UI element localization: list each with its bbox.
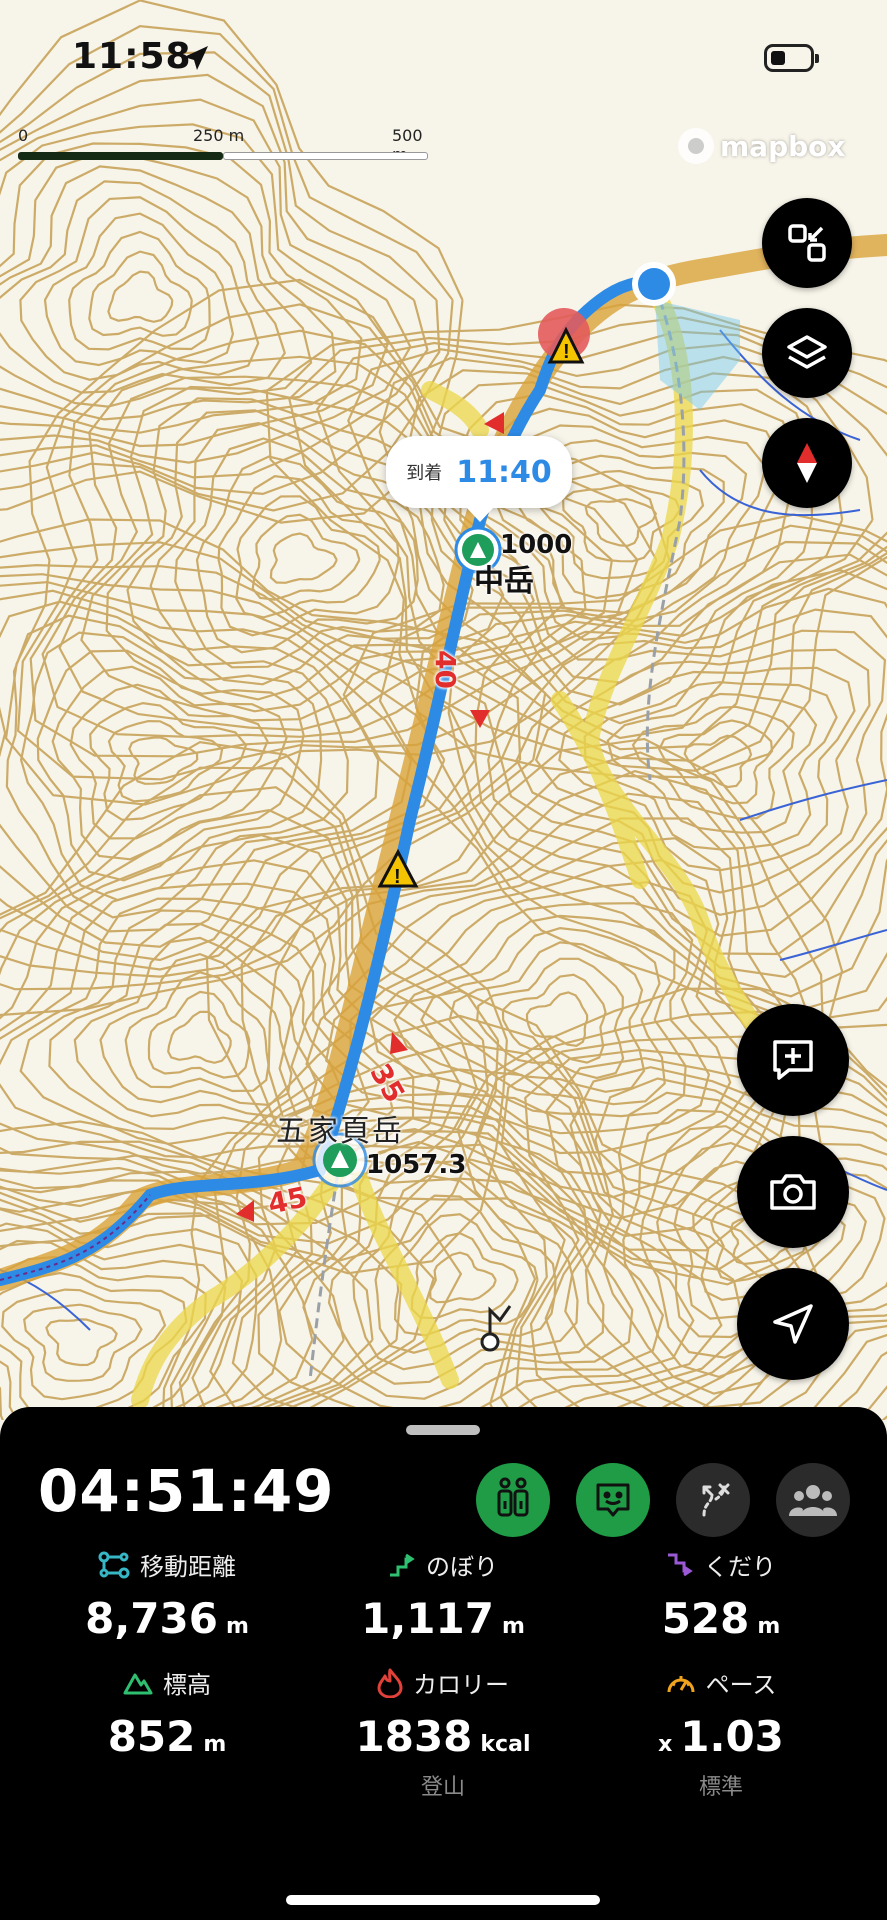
calories-unit: kcal	[480, 1732, 531, 1757]
descent-icon	[668, 1553, 693, 1576]
altitude-value: 852	[107, 1712, 196, 1761]
camera-icon	[770, 1174, 816, 1210]
distance-unit: m	[225, 1614, 249, 1639]
status-time: 11:58	[72, 36, 192, 77]
group-icon	[789, 1485, 837, 1516]
route-mode-button[interactable]	[676, 1463, 750, 1537]
altitude-label: 標高	[163, 1671, 211, 1699]
svg-text:!: !	[563, 341, 570, 363]
distance-icon	[98, 1551, 130, 1578]
distance-stat: 移動距離 8,736 m	[22, 1547, 312, 1643]
descent-stat: くだり 528 m	[576, 1547, 866, 1643]
scale-label: 0	[18, 126, 29, 145]
my-location-button[interactable]	[737, 1268, 849, 1380]
ascent-stat: のぼり 1,117 m	[298, 1547, 588, 1643]
distance-value: 8,736	[85, 1594, 218, 1643]
home-indicator[interactable]	[286, 1895, 600, 1905]
flame-icon	[377, 1668, 403, 1698]
battery-icon	[764, 44, 819, 72]
pace-rating: 標準	[698, 1775, 743, 1800]
layers-icon	[787, 335, 827, 369]
collapse-button[interactable]	[762, 198, 852, 288]
mapbox-wordmark: mapbox	[720, 129, 846, 163]
location-arrow-icon	[773, 1304, 813, 1344]
speedometer-icon	[667, 1675, 695, 1692]
descent-unit: m	[757, 1614, 781, 1639]
scale-bar-filled	[18, 152, 223, 160]
compass-button[interactable]	[762, 418, 852, 508]
hiking-mode-icon	[497, 1477, 529, 1517]
ascent-icon	[390, 1553, 415, 1576]
scale-label: 250 m	[193, 126, 245, 145]
add-note-button[interactable]	[737, 1004, 849, 1116]
current-location-dot	[638, 268, 670, 300]
arrival-time: 11:40	[456, 454, 552, 490]
descent-label: くだり	[704, 1553, 776, 1581]
mountain-icon	[123, 1673, 153, 1694]
scale-bar-empty	[223, 152, 428, 160]
arrival-time-bubble[interactable]: 到着 11:40	[386, 436, 572, 522]
drag-handle[interactable]	[406, 1425, 480, 1435]
location-services-icon	[184, 46, 208, 70]
ascent-unit: m	[501, 1614, 525, 1639]
descent-value: 528	[661, 1594, 750, 1643]
svg-text:!: !	[394, 866, 401, 888]
pace-label: ペース	[705, 1671, 777, 1699]
compass-icon	[797, 443, 817, 483]
mapbox-attribution[interactable]: mapbox	[678, 128, 845, 164]
calories-activity: 登山	[420, 1775, 465, 1800]
camera-button[interactable]	[737, 1136, 849, 1248]
scale-bar: 0 250 m 500 m	[18, 126, 428, 166]
ascent-label: のぼり	[426, 1553, 498, 1581]
mapbox-logo-icon	[678, 128, 714, 164]
route-icon	[702, 1483, 730, 1517]
calories-stat: カロリー 1838 kcal 登山	[298, 1665, 588, 1801]
calories-label: カロリー	[413, 1671, 509, 1699]
activity-panel: 04:51:49 移動距離 8,736 m のぼり 1,117 m くだり 52…	[0, 1407, 887, 1920]
pace-value: 1.03	[680, 1712, 784, 1761]
hiking-mode-button[interactable]	[476, 1463, 550, 1537]
face-icon	[596, 1483, 630, 1517]
ascent-value: 1,117	[361, 1594, 494, 1643]
altitude-unit: m	[203, 1732, 227, 1757]
collapse-icon	[788, 224, 826, 262]
arrival-label: 到着	[406, 463, 443, 484]
group-mode-button[interactable]	[776, 1463, 850, 1537]
altitude-stat: 標高 852 m	[22, 1665, 312, 1761]
elapsed-time: 04:51:49	[38, 1457, 335, 1525]
distance-label: 移動距離	[140, 1553, 236, 1581]
summit-name: 五家頁岳	[276, 1114, 404, 1149]
route-time-label: 40	[429, 650, 462, 689]
calories-value: 1838	[355, 1712, 473, 1761]
pace-stat: ペース x 1.03 標準	[576, 1665, 866, 1801]
pace-prefix: x	[658, 1732, 673, 1757]
summit-name: 中岳	[474, 564, 534, 599]
add-note-icon	[773, 1040, 813, 1080]
layers-button[interactable]	[762, 308, 852, 398]
summit-elevation: 1057.3	[366, 1150, 467, 1180]
face-mode-button[interactable]	[576, 1463, 650, 1537]
map-view[interactable]: ! ! 11:58 0 250 m 500 mapbox 到着 11:40 10…	[0, 0, 887, 1420]
